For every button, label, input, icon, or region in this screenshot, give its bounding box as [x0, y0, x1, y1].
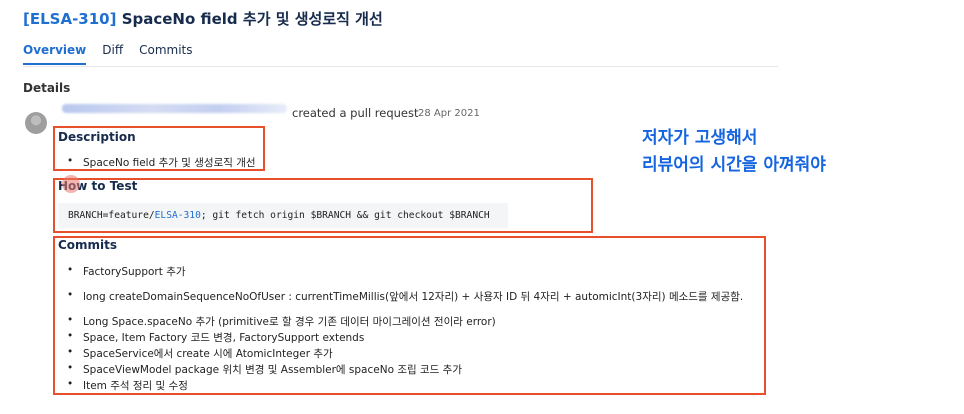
tab-overview[interactable]: Overview [23, 43, 87, 65]
tab-bar: Overview Diff Commits [23, 43, 192, 65]
issue-key-link[interactable]: [ELSA-310] [23, 10, 116, 28]
avatar[interactable] [25, 112, 47, 134]
commits-highlight-box [53, 236, 766, 395]
tabs-divider [23, 66, 778, 67]
activity-date: 28 Apr 2021 [418, 108, 480, 119]
pr-title-text: SpaceNo field 추가 및 생성로직 개선 [116, 10, 383, 28]
cursor-indicator [62, 175, 80, 193]
activity-text: created a pull request [292, 106, 419, 120]
how-to-test-highlight-box [53, 178, 593, 233]
annotation-line-1: 저자가 고생해서 [642, 128, 758, 148]
description-highlight-box [53, 126, 265, 171]
page-title: [ELSA-310] SpaceNo field 추가 및 생성로직 개선 [23, 8, 383, 29]
details-heading: Details [23, 81, 71, 95]
annotation-line-2: 리뷰어의 시간을 아껴줘야 [642, 155, 826, 175]
tab-diff[interactable]: Diff [102, 43, 123, 65]
author-name-blurred[interactable] [62, 104, 287, 113]
tab-commits[interactable]: Commits [139, 43, 192, 65]
